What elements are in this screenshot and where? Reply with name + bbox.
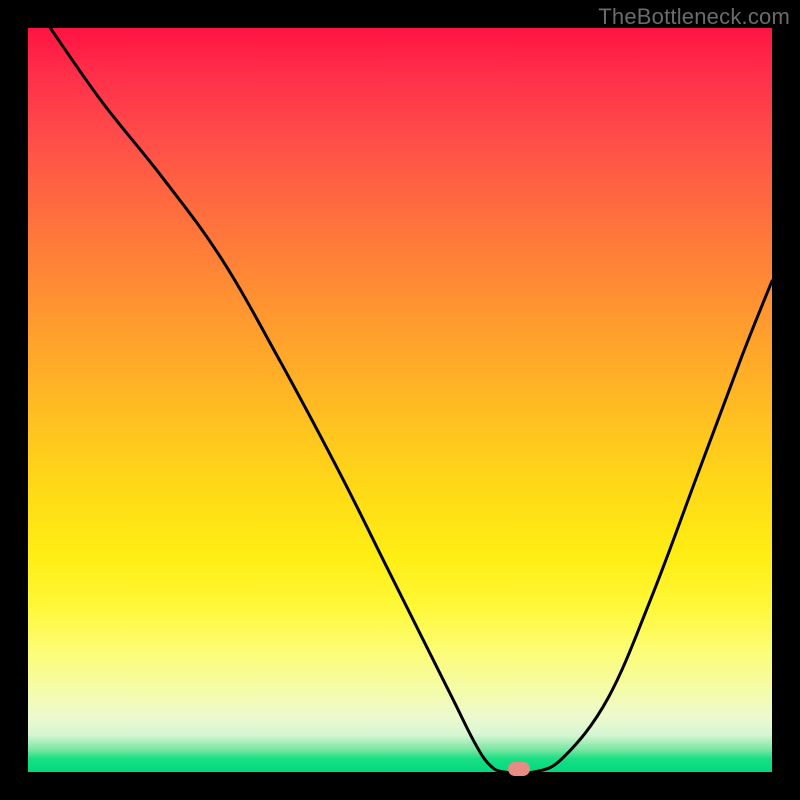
watermark-text: TheBottleneck.com	[598, 4, 790, 30]
plot-area	[28, 28, 772, 772]
chart-frame: TheBottleneck.com	[0, 0, 800, 800]
bottleneck-curve	[28, 28, 772, 772]
optimal-marker	[508, 762, 530, 776]
